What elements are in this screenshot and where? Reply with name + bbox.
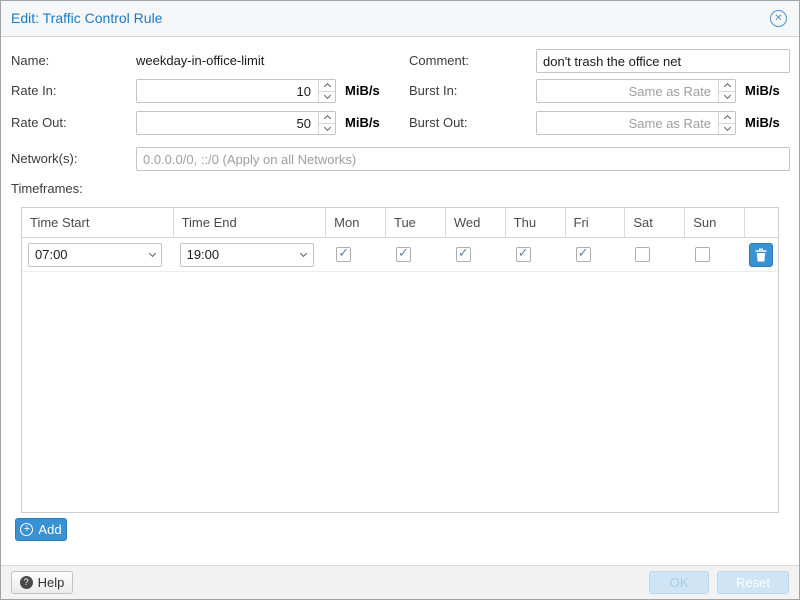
burst-out-input[interactable] bbox=[536, 111, 736, 135]
time-start-cell bbox=[22, 238, 174, 271]
delete-row-button[interactable] bbox=[749, 243, 773, 267]
time-start-combo bbox=[28, 243, 162, 267]
time-end-combo bbox=[180, 243, 314, 267]
burst-out-spin-buttons bbox=[718, 112, 735, 134]
timeframes-table: Time Start Time End Mon Tue Wed Thu Fri … bbox=[21, 207, 779, 513]
burst-out-field bbox=[536, 111, 736, 135]
reset-button[interactable]: Reset bbox=[717, 571, 789, 594]
burst-in-field bbox=[536, 79, 736, 103]
burst-in-spin-buttons bbox=[718, 80, 735, 102]
rate-out-input[interactable] bbox=[136, 111, 336, 135]
day-checkbox-tue[interactable] bbox=[396, 247, 411, 262]
column-header-fri[interactable]: Fri bbox=[566, 208, 626, 237]
chevron-up-icon bbox=[723, 83, 730, 90]
question-circle-icon: ? bbox=[20, 576, 33, 589]
chevron-up-icon bbox=[323, 83, 330, 90]
edit-traffic-control-rule-dialog: Edit: Traffic Control Rule ✕ Name: weekd… bbox=[0, 0, 800, 600]
table-row bbox=[22, 238, 778, 272]
name-label: Name: bbox=[11, 49, 49, 73]
day-checkbox-fri[interactable] bbox=[576, 247, 591, 262]
timeframes-label: Timeframes: bbox=[11, 177, 83, 201]
help-button-label: Help bbox=[38, 575, 65, 590]
plus-circle-icon: + bbox=[20, 523, 33, 536]
rate-out-increment-button[interactable] bbox=[319, 112, 335, 124]
burst-out-label: Burst Out: bbox=[409, 111, 468, 135]
comment-label: Comment: bbox=[409, 49, 469, 73]
column-header-wed[interactable]: Wed bbox=[446, 208, 506, 237]
rate-in-field bbox=[136, 79, 336, 103]
rate-out-label: Rate Out: bbox=[11, 111, 67, 135]
rate-in-label: Rate In: bbox=[11, 79, 57, 103]
column-header-mon[interactable]: Mon bbox=[326, 208, 386, 237]
time-end-dropdown-button[interactable] bbox=[294, 243, 314, 267]
time-start-dropdown-button[interactable] bbox=[142, 243, 162, 267]
table-empty-area bbox=[22, 272, 778, 512]
day-checkbox-sun[interactable] bbox=[695, 247, 710, 262]
rate-in-decrement-button[interactable] bbox=[319, 92, 335, 103]
column-header-sat[interactable]: Sat bbox=[625, 208, 685, 237]
add-timeframe-button[interactable]: + Add bbox=[15, 518, 67, 541]
time-end-cell bbox=[174, 238, 327, 271]
rate-out-decrement-button[interactable] bbox=[319, 124, 335, 135]
chevron-up-icon bbox=[723, 115, 730, 122]
burst-out-decrement-button[interactable] bbox=[719, 124, 735, 135]
day-checkbox-mon[interactable] bbox=[336, 247, 351, 262]
chevron-down-icon bbox=[723, 92, 730, 99]
chevron-down-icon bbox=[148, 250, 155, 257]
chevron-down-icon bbox=[323, 124, 330, 131]
burst-out-increment-button[interactable] bbox=[719, 112, 735, 124]
name-value: weekday-in-office-limit bbox=[136, 49, 264, 73]
rate-in-increment-button[interactable] bbox=[319, 80, 335, 92]
column-header-tue[interactable]: Tue bbox=[386, 208, 446, 237]
rate-out-field bbox=[136, 111, 336, 135]
burst-out-unit: MiB/s bbox=[745, 111, 780, 135]
ok-button-label: OK bbox=[670, 575, 689, 590]
chevron-down-icon bbox=[300, 250, 307, 257]
burst-in-increment-button[interactable] bbox=[719, 80, 735, 92]
timeframes-table-header: Time Start Time End Mon Tue Wed Thu Fri … bbox=[22, 208, 778, 238]
rate-in-unit: MiB/s bbox=[345, 79, 380, 103]
rate-in-input[interactable] bbox=[136, 79, 336, 103]
chevron-down-icon bbox=[723, 124, 730, 131]
day-checkbox-wed[interactable] bbox=[456, 247, 471, 262]
day-checkbox-thu[interactable] bbox=[516, 247, 531, 262]
column-header-time-end[interactable]: Time End bbox=[174, 208, 327, 237]
trash-icon bbox=[755, 248, 767, 262]
networks-label: Network(s): bbox=[11, 147, 77, 171]
burst-in-label: Burst In: bbox=[409, 79, 457, 103]
ok-button[interactable]: OK bbox=[649, 571, 709, 594]
burst-in-decrement-button[interactable] bbox=[719, 92, 735, 103]
dialog-header: Edit: Traffic Control Rule ✕ bbox=[1, 1, 799, 37]
add-button-label: Add bbox=[38, 522, 61, 537]
column-header-time-start[interactable]: Time Start bbox=[22, 208, 174, 237]
column-header-actions bbox=[745, 208, 778, 237]
burst-in-input[interactable] bbox=[536, 79, 736, 103]
comment-input[interactable] bbox=[536, 49, 790, 73]
day-checkbox-sat[interactable] bbox=[635, 247, 650, 262]
rate-in-spin-buttons bbox=[318, 80, 335, 102]
column-header-thu[interactable]: Thu bbox=[506, 208, 566, 237]
burst-in-unit: MiB/s bbox=[745, 79, 780, 103]
rate-out-unit: MiB/s bbox=[345, 111, 380, 135]
rate-out-spin-buttons bbox=[318, 112, 335, 134]
column-header-sun[interactable]: Sun bbox=[685, 208, 745, 237]
close-icon[interactable]: ✕ bbox=[770, 10, 787, 27]
chevron-up-icon bbox=[323, 115, 330, 122]
chevron-down-icon bbox=[323, 92, 330, 99]
dialog-title: Edit: Traffic Control Rule bbox=[11, 1, 162, 36]
dialog-footer: ? Help OK Reset bbox=[1, 565, 799, 599]
reset-button-label: Reset bbox=[736, 575, 770, 590]
help-button[interactable]: ? Help bbox=[11, 571, 73, 594]
networks-input[interactable] bbox=[136, 147, 790, 171]
